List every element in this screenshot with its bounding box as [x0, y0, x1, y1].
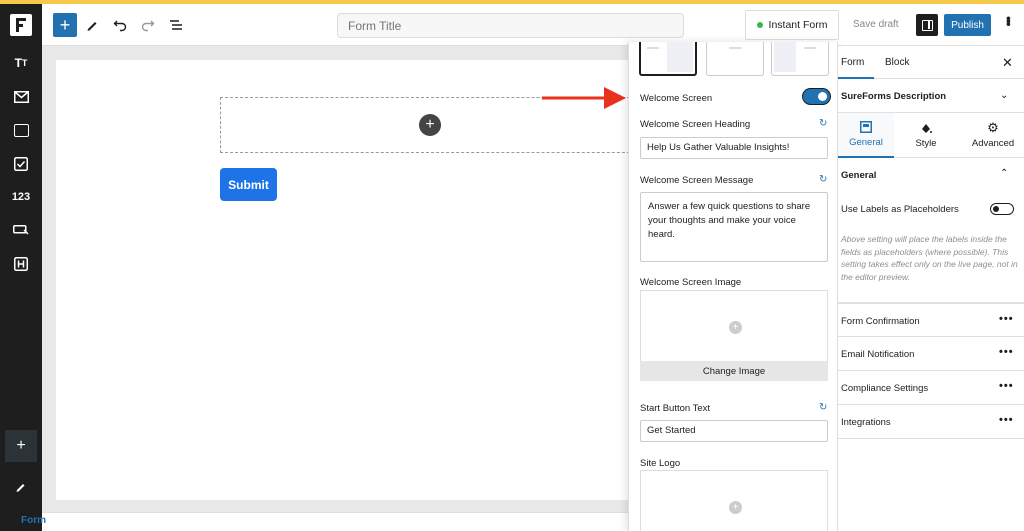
- form-canvas: + Submit: [56, 60, 640, 500]
- pencil-icon: [87, 22, 97, 31]
- settings-sidebar: Form Block ✕ SureForms Description ⌄ Gen…: [838, 46, 1024, 531]
- chevron-up-icon[interactable]: ⌃: [1000, 168, 1008, 179]
- chevron-down-icon[interactable]: ⌄: [1000, 90, 1008, 101]
- sidebar-tabs: Form Block ✕: [838, 46, 1024, 79]
- close-icon[interactable]: ✕: [1002, 55, 1013, 71]
- tab-advanced-label: Advanced: [971, 138, 1015, 149]
- general-icon: [860, 121, 872, 133]
- redo-icon: [141, 20, 155, 32]
- placeholder-help-text: Above setting will place the labels insi…: [841, 234, 1018, 282]
- editor-toolbar: + Form Title Instant Form Save draft Pub…: [0, 4, 1024, 46]
- block-sidebar: TT 123 +: [0, 46, 42, 531]
- welcome-screen-popover: Welcome Screen Welcome Screen Heading ↻ …: [628, 42, 838, 531]
- save-draft-button[interactable]: Save draft: [853, 19, 899, 30]
- publish-button[interactable]: Publish: [944, 14, 991, 36]
- add-logo-icon[interactable]: +: [729, 501, 742, 514]
- status-dot: [756, 22, 763, 28]
- compliance-settings-section[interactable]: Compliance Settings •••: [838, 371, 1024, 405]
- tab-style-label: Style: [915, 138, 937, 149]
- start-button-input[interactable]: Get Started: [640, 420, 828, 442]
- form-title-input[interactable]: Form Title: [337, 13, 684, 38]
- more-options-icon[interactable]: •••: [999, 313, 1014, 325]
- tab-block[interactable]: Block: [885, 57, 909, 68]
- status-bar: [42, 512, 628, 531]
- undo-icon: [113, 20, 127, 32]
- email-notification-label: Email Notification: [841, 349, 915, 360]
- settings-sub-tabs: General Style ⚙ Advanced: [838, 113, 1024, 158]
- editor-canvas-area: + Submit: [42, 46, 640, 512]
- submit-button[interactable]: Submit: [220, 168, 277, 201]
- instant-form-label: Instant Form: [768, 19, 828, 31]
- heading-block-icon[interactable]: [0, 253, 42, 275]
- settings-panel-toggle[interactable]: [916, 14, 938, 36]
- description-section[interactable]: SureForms Description ⌄: [838, 79, 1024, 113]
- checkbox-block-icon[interactable]: [0, 153, 42, 175]
- general-section-label: General: [841, 170, 877, 181]
- button-block-icon[interactable]: [0, 219, 42, 241]
- sidebar-icon: [921, 19, 933, 31]
- undo-button[interactable]: [108, 13, 132, 37]
- edit-tool-button[interactable]: [80, 13, 104, 37]
- description-label: SureForms Description: [841, 91, 947, 102]
- heading-label: Welcome Screen Heading: [640, 119, 751, 130]
- placeholder-setting-toggle[interactable]: [990, 203, 1014, 215]
- tab-general[interactable]: General: [838, 113, 894, 158]
- tab-form[interactable]: Form: [841, 57, 864, 68]
- number-block-icon[interactable]: 123: [0, 186, 42, 208]
- welcome-screen-toggle[interactable]: [803, 89, 830, 104]
- integrations-label: Integrations: [841, 417, 891, 428]
- compliance-settings-label: Compliance Settings: [841, 383, 929, 394]
- more-options-icon[interactable]: •••: [999, 346, 1014, 358]
- integrations-section[interactable]: Integrations •••: [838, 405, 1024, 439]
- layout-option-split-left[interactable]: [771, 42, 829, 76]
- reset-start-button-icon[interactable]: ↻: [819, 402, 827, 413]
- reset-heading-icon[interactable]: ↻: [819, 118, 827, 129]
- message-textarea[interactable]: Answer a few quick questions to share yo…: [640, 192, 828, 262]
- list-view-icon: [170, 20, 182, 30]
- image-label: Welcome Screen Image: [640, 277, 742, 288]
- welcome-screen-label: Welcome Screen: [640, 93, 713, 104]
- sureforms-logo[interactable]: [0, 4, 42, 46]
- pencil-icon[interactable]: [0, 476, 42, 498]
- text-block-icon[interactable]: TT: [0, 52, 42, 74]
- tab-style[interactable]: Style: [898, 113, 954, 158]
- add-block-button[interactable]: +: [53, 13, 77, 37]
- gear-icon: ⚙: [987, 120, 999, 135]
- email-block-icon[interactable]: [0, 86, 42, 108]
- input-block-icon[interactable]: [0, 119, 42, 141]
- annotation-arrow-icon: [542, 87, 626, 109]
- site-logo-label: Site Logo: [640, 458, 681, 469]
- reset-message-icon[interactable]: ↻: [819, 174, 827, 185]
- logo-icon: [10, 14, 32, 36]
- list-view-button[interactable]: [164, 13, 188, 37]
- more-options-icon[interactable]: •••: [999, 380, 1014, 392]
- heading-input[interactable]: Help Us Gather Valuable Insights!: [640, 137, 828, 159]
- more-options-icon[interactable]: •••: [999, 414, 1014, 426]
- start-button-label: Start Button Text: [640, 403, 711, 414]
- instant-form-button[interactable]: Instant Form: [745, 10, 839, 40]
- tab-advanced[interactable]: ⚙ Advanced: [962, 113, 1024, 158]
- site-logo-upload[interactable]: +: [640, 470, 828, 531]
- breadcrumb[interactable]: Form: [21, 515, 46, 526]
- welcome-image-preview[interactable]: +: [640, 290, 828, 362]
- email-notification-section[interactable]: Email Notification •••: [838, 337, 1024, 371]
- style-icon: [922, 124, 932, 133]
- tab-general-label: General: [849, 137, 883, 148]
- form-confirmation-label: Form Confirmation: [841, 316, 920, 327]
- layout-option-centered[interactable]: [706, 42, 764, 76]
- redo-button[interactable]: [136, 13, 160, 37]
- plus-circle-icon[interactable]: +: [419, 114, 441, 136]
- form-confirmation-section[interactable]: Form Confirmation •••: [838, 303, 1024, 337]
- change-image-button[interactable]: Change Image: [640, 361, 828, 381]
- message-label: Welcome Screen Message: [640, 175, 754, 186]
- add-field-button[interactable]: +: [5, 430, 37, 462]
- more-options-icon[interactable]: •••: [1001, 16, 1017, 25]
- layout-option-split-right[interactable]: [639, 42, 697, 76]
- placeholder-setting-label: Use Labels as Placeholders: [841, 204, 959, 215]
- add-image-icon[interactable]: +: [729, 321, 742, 334]
